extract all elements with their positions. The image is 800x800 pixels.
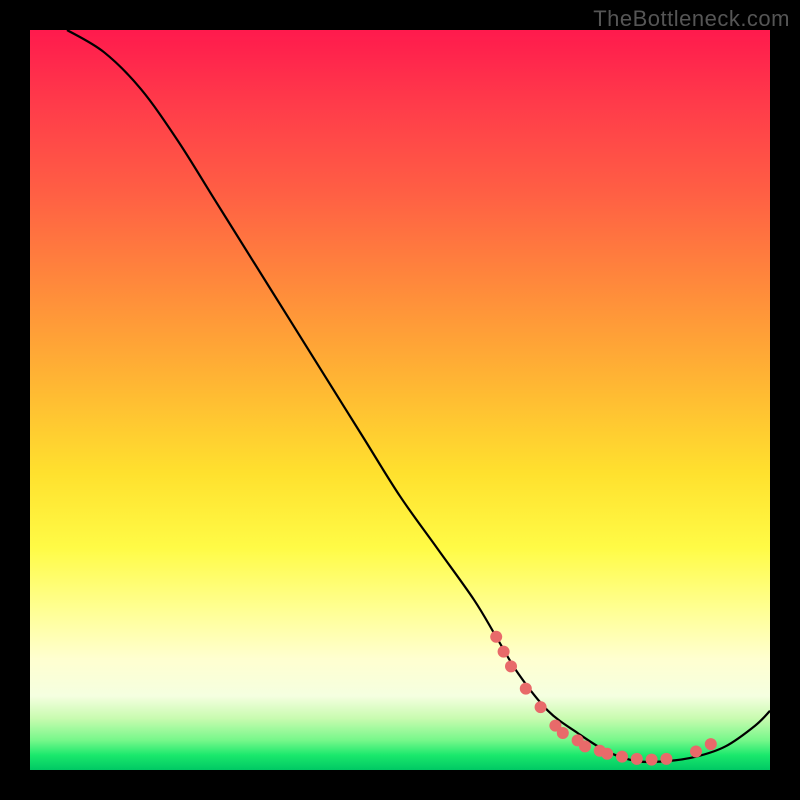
highlight-marker [498,646,510,658]
curve-svg [30,30,770,770]
highlight-marker [601,748,613,760]
highlight-marker [505,660,517,672]
highlight-marker [490,631,502,643]
highlight-marker [535,701,547,713]
highlight-marker [557,727,569,739]
highlight-marker [705,738,717,750]
highlight-marker [690,746,702,758]
chart-container: TheBottleneck.com [0,0,800,800]
highlight-marker [616,751,628,763]
watermark-text: TheBottleneck.com [593,6,790,32]
highlight-marker [660,753,672,765]
highlight-markers [490,631,717,766]
plot-area [30,30,770,770]
highlight-marker [520,683,532,695]
bottleneck-curve-line [67,30,770,762]
highlight-marker [631,753,643,765]
highlight-marker [646,754,658,766]
highlight-marker [579,740,591,752]
